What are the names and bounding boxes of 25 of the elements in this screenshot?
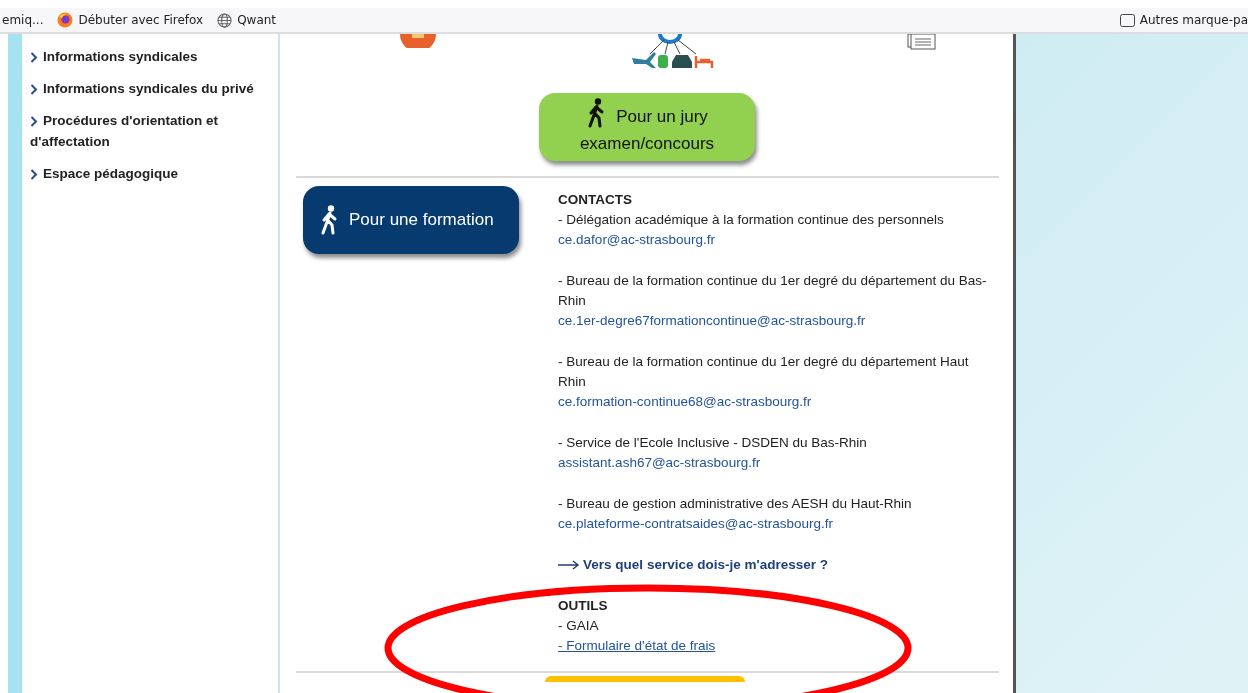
contact-description: - Délégation académique à la formation continue des personnels (558, 211, 945, 229)
contact-description: - Service de l'Ecole Inclusive - DSDEN du Bas-Rhin (558, 434, 868, 452)
bookmark-link[interactable]: Qwant (237, 11, 277, 29)
email-link[interactable]: ce.1er-degre67formationcontinue@ac-strasbourg.fr (558, 313, 866, 328)
bookmark-folder[interactable]: Autres marque-pa (1139, 11, 1248, 29)
sidebar-link[interactable]: Informations syndicales du privé (30, 78, 270, 99)
contact-description: - Bureau de gestion administrative des AESH du Haut-Rhin (558, 495, 913, 513)
contact-description: - Bureau de la formation continue du 1er degré du département Haut Rhin (558, 353, 970, 391)
jury-button[interactable]: Pour un jury examen/concours (539, 93, 755, 161)
service-link[interactable]: Vers quel service dois-je m'adresser ? (558, 557, 828, 572)
bookmark-link[interactable]: emiq... (2, 11, 44, 29)
email-link[interactable]: ce.formation-continue68@ac-strasbourg.fr (558, 394, 812, 409)
email-link[interactable]: assistant.ash67@ac-strasbourg.fr (558, 455, 761, 470)
sidebar-link[interactable]: Procédures d'orientation et d'affectation (30, 110, 270, 152)
section-heading: OUTILS (558, 597, 609, 615)
tool-text: - GAIA (558, 618, 599, 633)
sidebar-link[interactable]: Espace pédagogique (30, 163, 270, 184)
formation-button[interactable]: Pour une formation (303, 186, 519, 254)
bookmark-link[interactable]: Débuter avec Firefox (78, 11, 204, 29)
form-link[interactable]: - Formulaire d'état de frais (558, 638, 716, 653)
contact-description: - Bureau de la formation continue du 1er degré du département du Bas-Rhin (558, 272, 988, 310)
section-heading: CONTACTS (558, 191, 634, 209)
sidebar-link[interactable]: Informations syndicales (30, 46, 270, 67)
email-link[interactable]: ce.dafor@ac-strasbourg.fr (558, 232, 716, 247)
email-link[interactable]: ce.plateforme-contratsaides@ac-strasbourg.fr (558, 516, 833, 531)
